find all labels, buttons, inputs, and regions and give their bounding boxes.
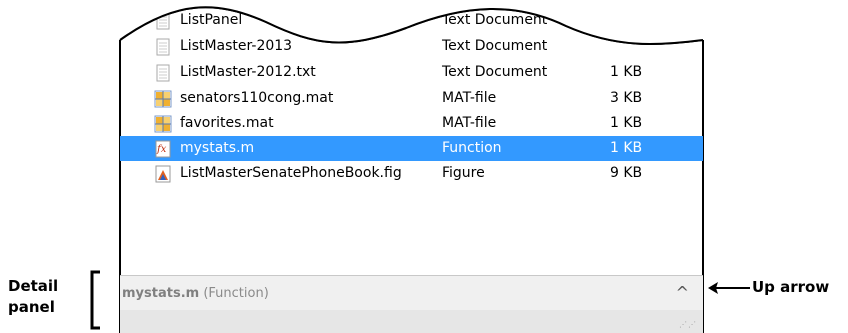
detail-panel-callout: Detail panel [8,276,58,318]
detail-callout-line1: Detail [8,277,59,295]
arrow-left-icon [708,282,750,294]
detail-callout-line2: panel [8,298,55,316]
torn-edge-mask [116,0,707,45]
up-arrow-callout: Up arrow [752,278,830,296]
current-folder-panel: ListPanel Text Document ListMaster-2013 Tex… [116,0,707,333]
bracket-icon [90,270,100,330]
